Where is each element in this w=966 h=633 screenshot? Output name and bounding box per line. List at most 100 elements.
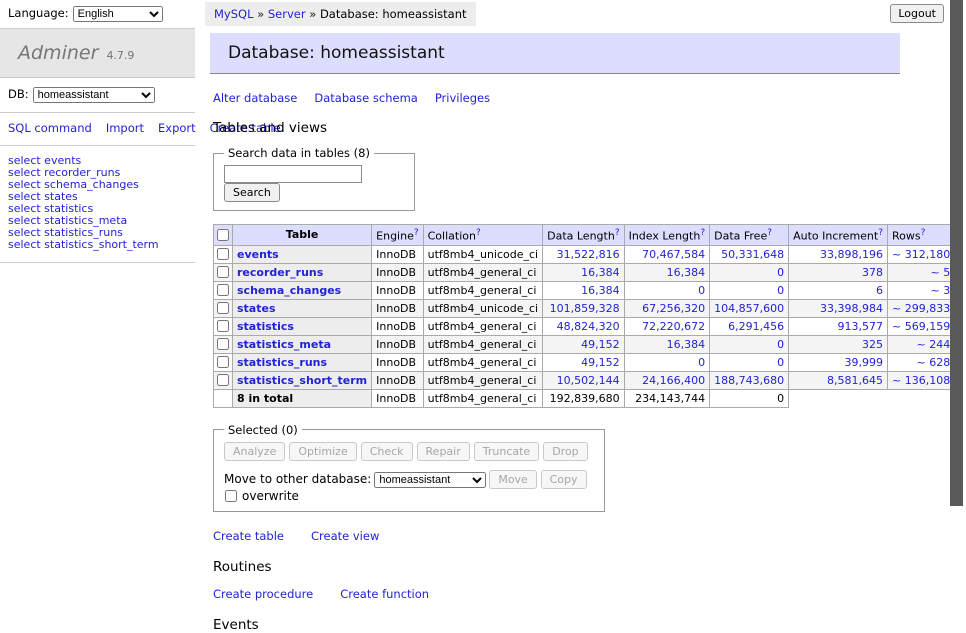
data-length-link-recorder-runs[interactable]: 16,384 <box>581 266 620 279</box>
index-length-link-states[interactable]: 67,256,320 <box>642 302 705 315</box>
logout-button[interactable]: Logout <box>890 4 944 23</box>
table-link-statistics-runs[interactable]: statistics_runs <box>237 356 327 369</box>
index-length-link-events[interactable]: 70,467,584 <box>642 248 705 261</box>
move-button[interactable]: Move <box>489 470 537 489</box>
row-checkbox-events[interactable] <box>217 248 229 260</box>
data-length-link-statistics-meta[interactable]: 49,152 <box>581 338 620 351</box>
overwrite-checkbox[interactable] <box>225 490 237 502</box>
data-free-link-statistics-short-term[interactable]: 188,743,680 <box>714 374 784 387</box>
table-link-recorder-runs[interactable]: recorder_runs <box>237 266 323 279</box>
table-link-statistics-short-term[interactable]: statistics_short_term <box>237 374 367 387</box>
search-button[interactable]: Search <box>224 183 280 202</box>
language-select[interactable]: English <box>73 6 163 22</box>
index-length-link-statistics-meta[interactable]: 16,384 <box>667 338 706 351</box>
auto-increment-link-statistics-short-term[interactable]: 8,581,645 <box>827 374 883 387</box>
routine-link-create-procedure[interactable]: Create procedure <box>213 587 313 601</box>
row-checkbox-statistics[interactable] <box>217 320 229 332</box>
data-free-link-recorder-runs[interactable]: 0 <box>777 266 784 279</box>
data-length-link-states[interactable]: 101,859,328 <box>550 302 620 315</box>
table-name-cell: schema_changes <box>233 281 372 299</box>
help-link-index-length[interactable]: ? <box>700 228 705 238</box>
checkbox-cell <box>214 263 233 281</box>
help-link-data-free[interactable]: ? <box>767 228 772 238</box>
select-all-checkbox[interactable] <box>217 229 229 241</box>
rows-link-statistics-short-term[interactable]: ~ 136,108 <box>892 374 950 387</box>
row-checkbox-schema-changes[interactable] <box>217 284 229 296</box>
optimize-button[interactable]: Optimize <box>289 442 356 461</box>
index-length-link-statistics[interactable]: 72,220,672 <box>642 320 705 333</box>
row-checkbox-statistics-runs[interactable] <box>217 356 229 368</box>
cell-collation: utf8mb4_general_ci <box>423 335 542 353</box>
help-link-auto-increment[interactable]: ? <box>878 228 883 238</box>
truncate-button[interactable]: Truncate <box>474 442 539 461</box>
help-link-engine[interactable]: ? <box>414 228 419 238</box>
repair-button[interactable]: Repair <box>417 442 470 461</box>
index-length-link-recorder-runs[interactable]: 16,384 <box>667 266 706 279</box>
breadcrumb-item-server[interactable]: Server <box>268 7 306 21</box>
analyze-button[interactable]: Analyze <box>224 442 285 461</box>
language-row: Language:English <box>0 0 195 29</box>
rows-link-statistics-meta[interactable]: ~ 244 <box>916 338 950 351</box>
db-action-privileges[interactable]: Privileges <box>435 91 490 105</box>
cell-data-length: 192,839,680 <box>543 389 624 407</box>
auto-increment-link-statistics-runs[interactable]: 39,999 <box>845 356 884 369</box>
db-action-database-schema[interactable]: Database schema <box>314 91 417 105</box>
table-link-states[interactable]: states <box>237 302 276 315</box>
index-length-link-statistics-short-term[interactable]: 24,166,400 <box>642 374 705 387</box>
routine-link-create-function[interactable]: Create function <box>340 587 429 601</box>
sidebar-action-export[interactable]: Export <box>158 121 196 135</box>
check-button[interactable]: Check <box>361 442 413 461</box>
auto-increment-link-schema-changes[interactable]: 6 <box>876 284 883 297</box>
table-link-events[interactable]: events <box>237 248 279 261</box>
cell-data-length: 16,384 <box>543 263 624 281</box>
db-action-alter-database[interactable]: Alter database <box>213 91 297 105</box>
rows-link-statistics-runs[interactable]: ~ 628 <box>916 356 950 369</box>
help-link-data-length[interactable]: ? <box>615 228 620 238</box>
create-link-create-table[interactable]: Create table <box>213 529 284 543</box>
db-select[interactable]: homeassistant <box>33 87 155 103</box>
rows-link-schema-changes[interactable]: ~ 3 <box>930 284 950 297</box>
row-checkbox-statistics-meta[interactable] <box>217 338 229 350</box>
row-checkbox-states[interactable] <box>217 302 229 314</box>
data-length-link-statistics-runs[interactable]: 49,152 <box>581 356 620 369</box>
index-length-link-schema-changes[interactable]: 0 <box>698 284 705 297</box>
help-link-collation[interactable]: ? <box>476 228 481 238</box>
rows-link-statistics[interactable]: ~ 569,159 <box>892 320 950 333</box>
data-length-link-events[interactable]: 31,522,816 <box>557 248 620 261</box>
create-link-create-view[interactable]: Create view <box>311 529 379 543</box>
data-length-link-schema-changes[interactable]: 16,384 <box>581 284 620 297</box>
data-free-link-states[interactable]: 104,857,600 <box>714 302 784 315</box>
data-length-link-statistics[interactable]: 48,824,320 <box>557 320 620 333</box>
row-checkbox-statistics-short-term[interactable] <box>217 374 229 386</box>
sidebar-action-import[interactable]: Import <box>106 121 144 135</box>
table-link-schema-changes[interactable]: schema_changes <box>237 284 341 297</box>
data-free-link-statistics-meta[interactable]: 0 <box>777 338 784 351</box>
row-checkbox-recorder-runs[interactable] <box>217 266 229 278</box>
auto-increment-link-statistics-meta[interactable]: 325 <box>862 338 883 351</box>
auto-increment-link-events[interactable]: 33,898,196 <box>820 248 883 261</box>
auto-increment-link-recorder-runs[interactable]: 378 <box>862 266 883 279</box>
rows-link-states[interactable]: ~ 299,833 <box>892 302 950 315</box>
scrollbar-thumb[interactable] <box>950 0 963 506</box>
drop-button[interactable]: Drop <box>543 442 587 461</box>
help-link-rows[interactable]: ? <box>921 228 926 238</box>
index-length-link-statistics-runs[interactable]: 0 <box>698 356 705 369</box>
search-input[interactable] <box>224 165 362 183</box>
rows-link-recorder-runs[interactable]: ~ 5 <box>930 266 950 279</box>
data-free-link-events[interactable]: 50,331,648 <box>721 248 784 261</box>
breadcrumb-item-mysql[interactable]: MySQL <box>214 7 254 21</box>
rows-link-events[interactable]: ~ 312,180 <box>892 248 950 261</box>
scrollbar[interactable] <box>950 0 966 543</box>
move-db-select[interactable]: homeassistant <box>374 472 486 488</box>
auto-increment-link-states[interactable]: 33,398,984 <box>820 302 883 315</box>
table-link-statistics-meta[interactable]: statistics_meta <box>237 338 331 351</box>
sidebar-link-select-statistics-short-term[interactable]: select statistics_short_term <box>8 238 159 251</box>
copy-button[interactable]: Copy <box>541 470 587 489</box>
data-free-link-schema-changes[interactable]: 0 <box>777 284 784 297</box>
data-free-link-statistics-runs[interactable]: 0 <box>777 356 784 369</box>
sidebar-action-sql-command[interactable]: SQL command <box>8 121 92 135</box>
table-link-statistics[interactable]: statistics <box>237 320 294 333</box>
data-free-link-statistics[interactable]: 6,291,456 <box>728 320 784 333</box>
auto-increment-link-statistics[interactable]: 913,577 <box>838 320 884 333</box>
data-length-link-statistics-short-term[interactable]: 10,502,144 <box>557 374 620 387</box>
